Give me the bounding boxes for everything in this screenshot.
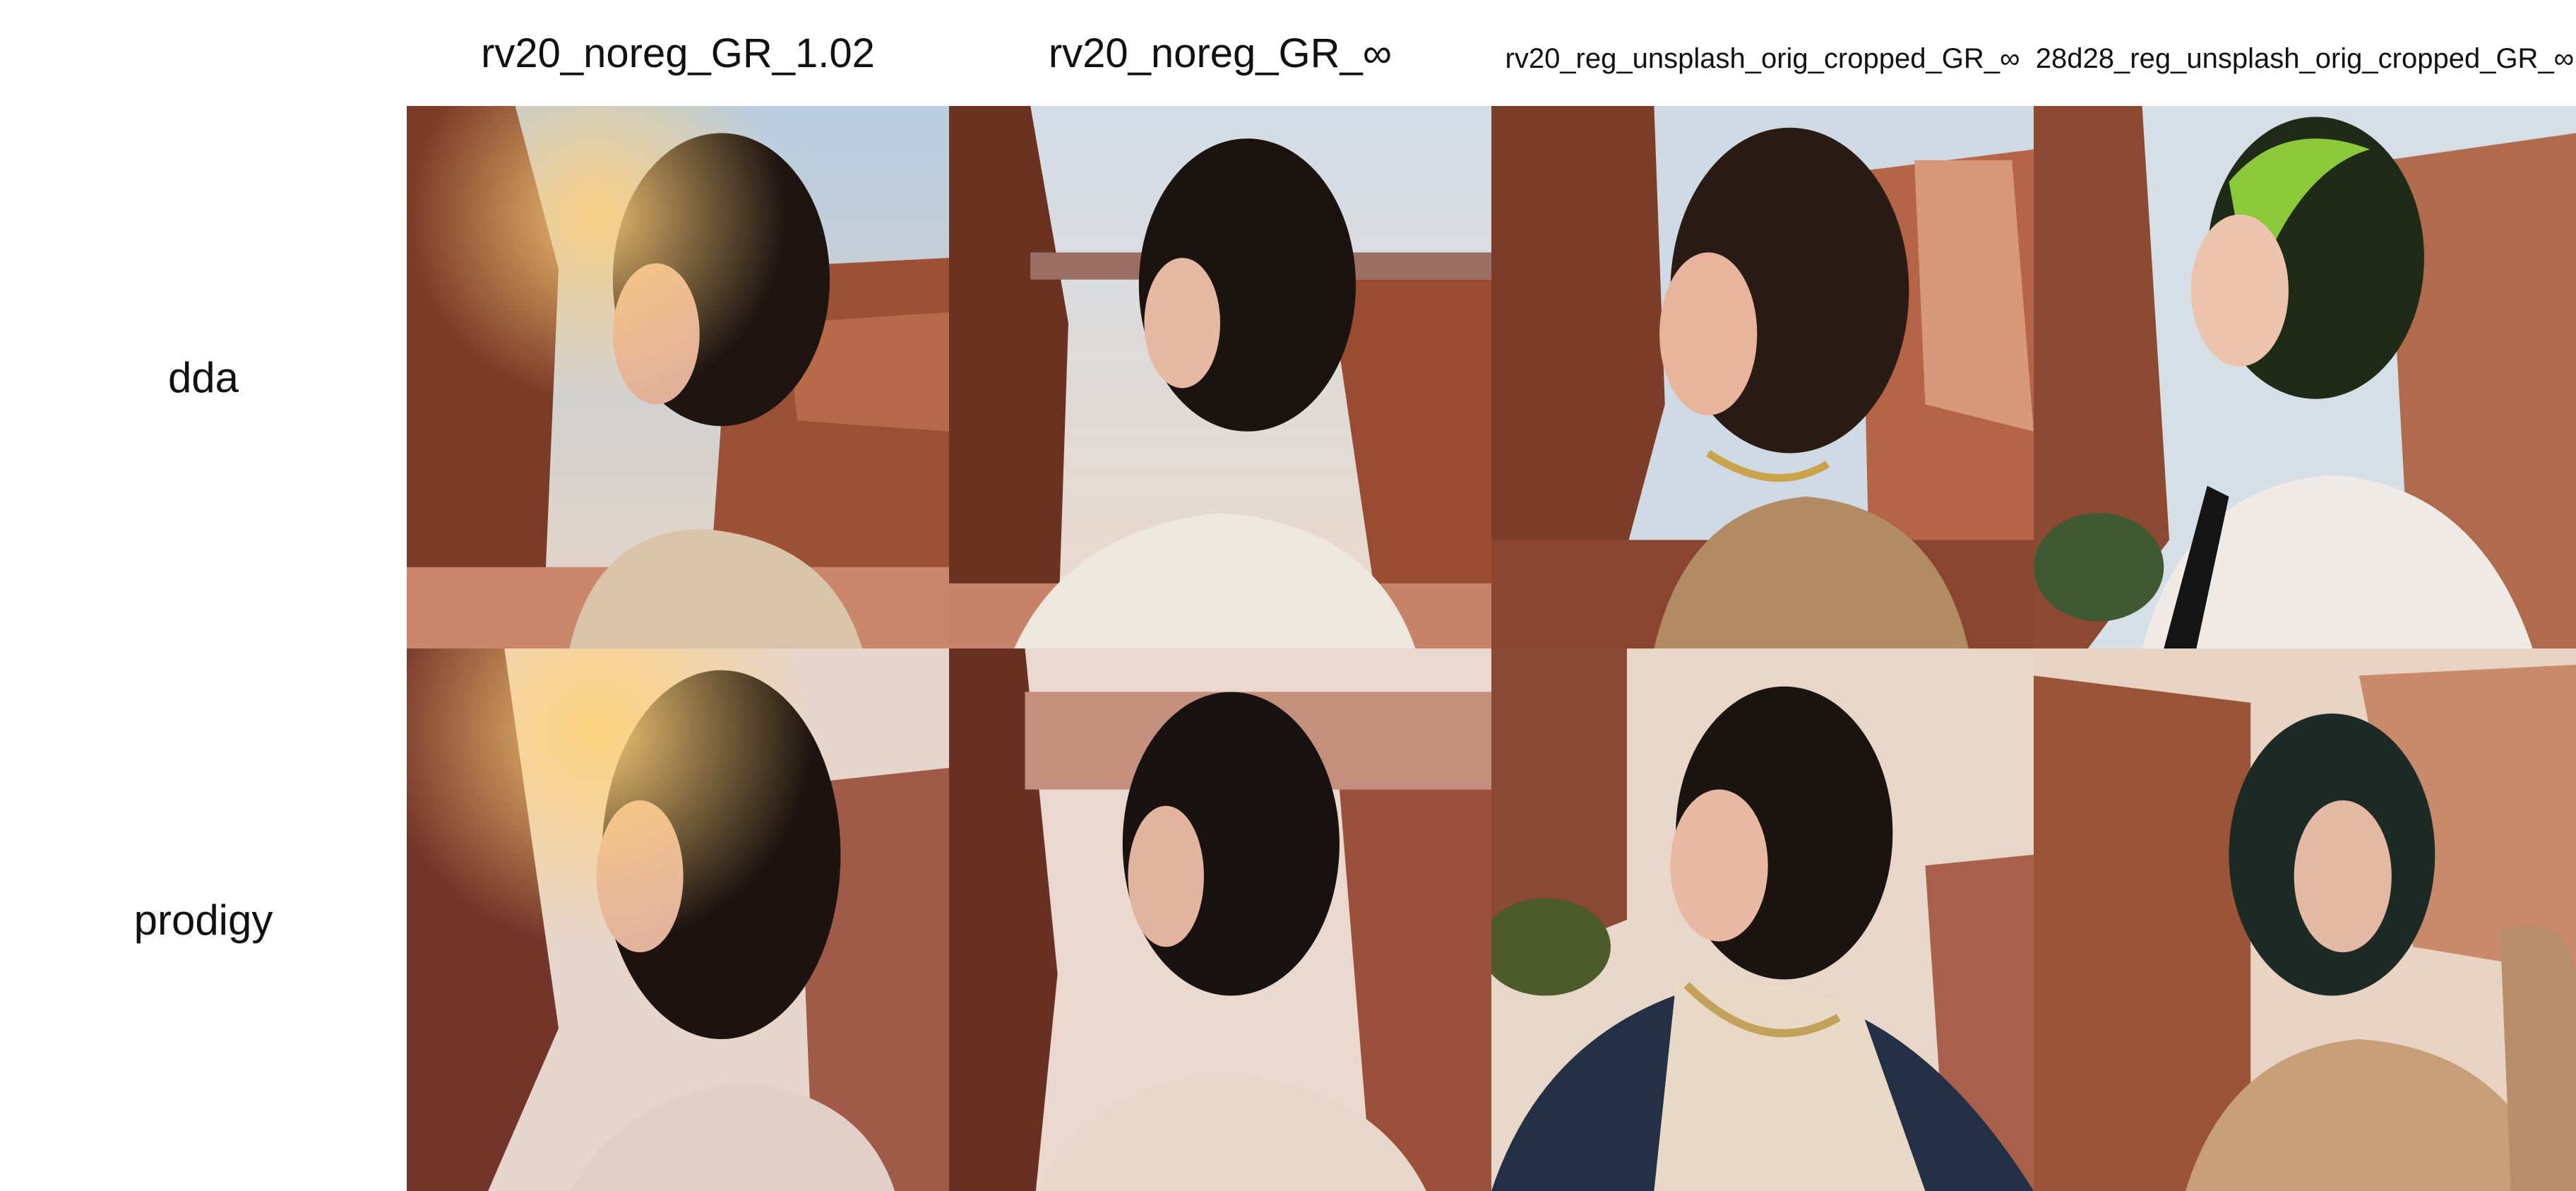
image-cell-r2-c3: [1491, 648, 2034, 1191]
row-label-2: prodigy: [0, 648, 407, 1191]
portrait-canyon-image: [1491, 648, 2034, 1191]
image-cell-r1-c1: [407, 106, 949, 648]
column-header-3: rv20_reg_unsplash_orig_cropped_GR_∞: [1491, 6, 2034, 112]
image-cell-r1-c2: [949, 106, 1491, 648]
row-label-1: dda: [0, 106, 407, 648]
image-cell-r1-c4: [2034, 106, 2576, 648]
column-header-label: 28d28_reg_unsplash_orig_cropped_GR_∞: [2035, 42, 2575, 74]
row-label-text: prodigy: [133, 896, 273, 944]
column-header-label: rv20_reg_unsplash_orig_cropped_GR_∞: [1505, 42, 2020, 74]
portrait-canyon-image: [949, 106, 1491, 648]
column-header-label: rv20_noreg_GR_∞: [1048, 30, 1393, 76]
portrait-canyon-image: [2034, 648, 2576, 1191]
column-header-4: 28d28_reg_unsplash_orig_cropped_GR_∞: [2034, 6, 2576, 112]
image-cell-r2-c2: [949, 648, 1491, 1191]
image-cell-r1-c3: [1491, 106, 2034, 648]
row-label-text: dda: [167, 353, 239, 401]
portrait-canyon-image: [1491, 106, 2034, 648]
image-cell-r2-c4: [2034, 648, 2576, 1191]
portrait-canyon-image: [407, 106, 949, 648]
portrait-canyon-image: [2034, 106, 2576, 648]
column-header-1: rv20_noreg_GR_1.02: [407, 0, 949, 106]
image-cell-r2-c1: [407, 648, 949, 1191]
portrait-canyon-image: [949, 648, 1491, 1191]
column-header-label: rv20_noreg_GR_1.02: [481, 30, 875, 76]
portrait-canyon-image: [407, 648, 949, 1191]
column-header-2: rv20_noreg_GR_∞: [949, 0, 1491, 106]
